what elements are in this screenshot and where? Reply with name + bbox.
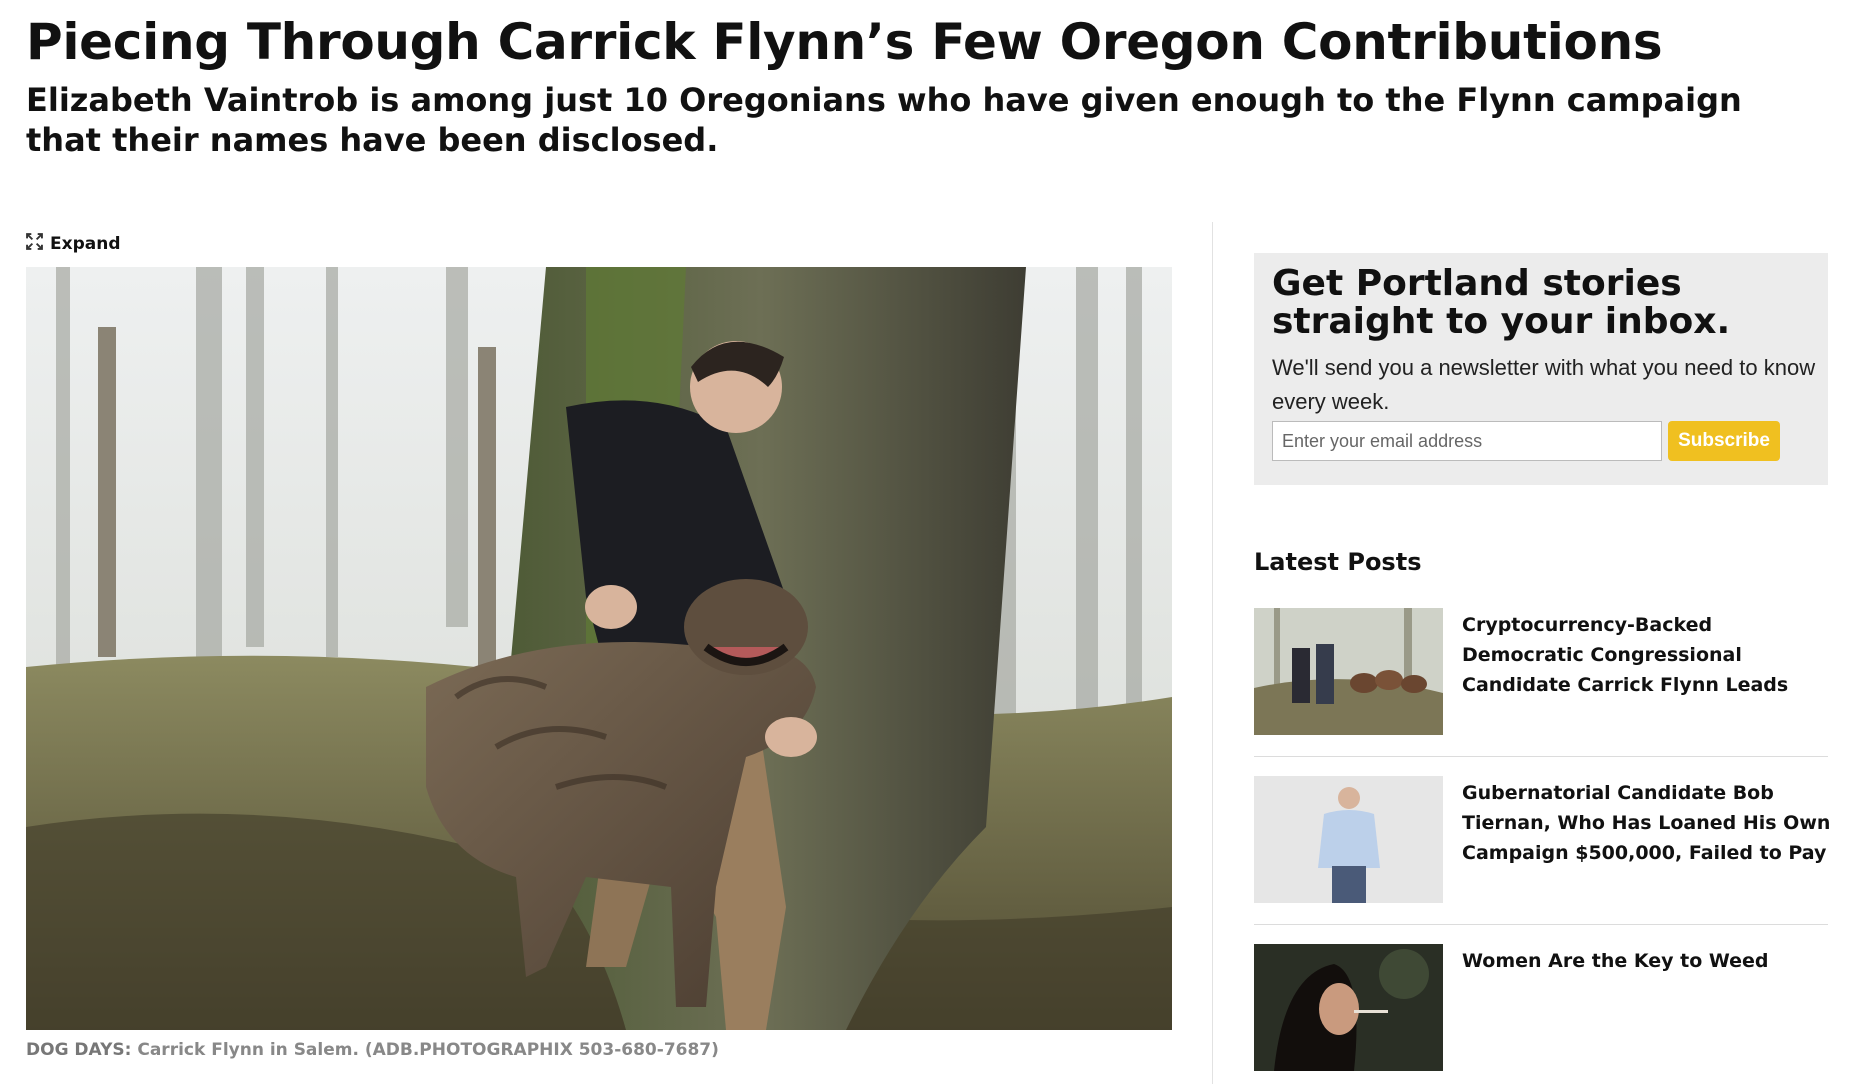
article-headline: Piecing Through Carrick Flynn’s Few Oreg… xyxy=(26,13,1663,71)
latest-post-item[interactable]: Gubernatorial Candidate Bob Tiernan, Who… xyxy=(1254,776,1830,904)
expand-button[interactable]: Expand xyxy=(26,233,121,255)
post-title[interactable]: Cryptocurrency-Backed Democratic Congres… xyxy=(1462,610,1832,700)
column-divider xyxy=(1212,222,1213,1084)
email-input[interactable] xyxy=(1272,421,1662,461)
latest-post-item[interactable]: Women Are the Key to Weed xyxy=(1254,944,1828,1072)
post-thumbnail[interactable] xyxy=(1254,944,1443,1071)
post-separator xyxy=(1254,924,1828,925)
newsletter-signup: Get Portland stories straight to your in… xyxy=(1254,253,1828,485)
post-thumbnail[interactable] xyxy=(1254,608,1443,735)
newsletter-title: Get Portland stories straight to your in… xyxy=(1272,263,1731,342)
post-separator xyxy=(1254,756,1828,757)
post-title[interactable]: Gubernatorial Candidate Bob Tiernan, Who… xyxy=(1462,778,1832,868)
expand-icon xyxy=(26,233,43,255)
caption-text: Carrick Flynn in Salem. (ADB.PHOTOGRAPHI… xyxy=(131,1040,719,1060)
subscribe-button[interactable]: Subscribe xyxy=(1668,421,1780,461)
expand-label: Expand xyxy=(50,234,121,254)
article-dek: Elizabeth Vaintrob is among just 10 Oreg… xyxy=(26,81,1742,159)
caption-lead: DOG DAYS: xyxy=(26,1040,132,1060)
article-photo[interactable] xyxy=(26,267,1172,1030)
latest-posts-heading: Latest Posts xyxy=(1254,548,1422,576)
latest-post-item[interactable]: Cryptocurrency-Backed Democratic Congres… xyxy=(1254,608,1828,736)
post-thumbnail[interactable] xyxy=(1254,776,1443,903)
photo-caption: DOG DAYS: Carrick Flynn in Salem. (ADB.P… xyxy=(26,1040,1172,1060)
post-title[interactable]: Women Are the Key to Weed xyxy=(1462,946,1832,976)
newsletter-description: We'll send you a newsletter with what yo… xyxy=(1272,355,1816,414)
